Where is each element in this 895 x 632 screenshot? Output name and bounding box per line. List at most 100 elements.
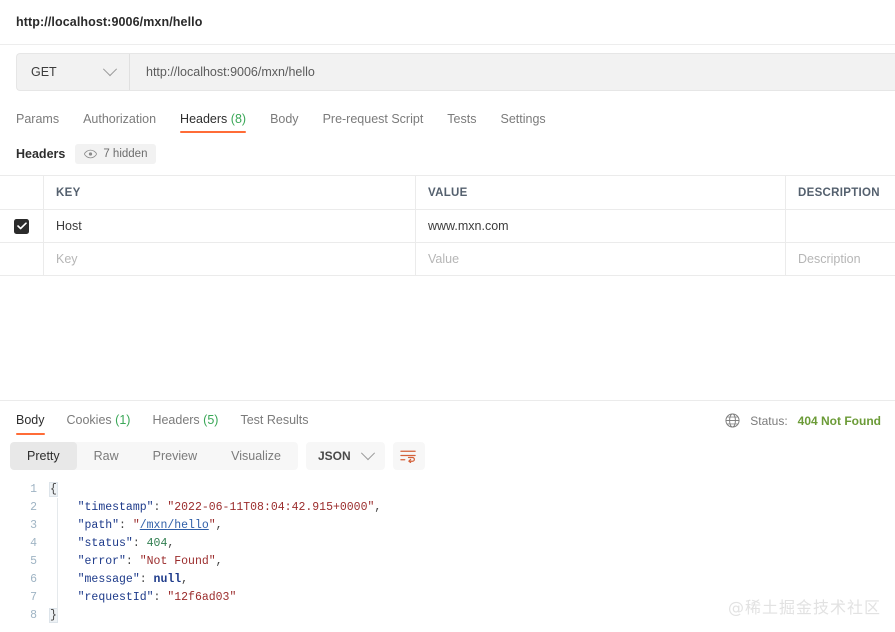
code-line-1: { (49, 481, 895, 499)
header-cell-value: VALUE (416, 176, 786, 209)
json-key-timestamp: "timestamp" (77, 501, 154, 514)
header-enabled-checkbox[interactable] (14, 218, 29, 234)
url-input[interactable]: http://localhost:9006/mxn/hello (130, 54, 895, 90)
url-bar-container: GET http://localhost:9006/mxn/hello (0, 45, 895, 101)
view-raw-label: Raw (93, 449, 119, 463)
header-cell-key: KEY (44, 176, 416, 209)
tab-params-label: Params (16, 112, 60, 126)
new-row-description-cell[interactable]: Description (786, 243, 895, 275)
line-number: 4 (30, 537, 37, 550)
json-key-requestid: "requestId" (77, 591, 154, 604)
response-tab-cookies-label: Cookies (66, 413, 112, 427)
response-language-label: JSON (317, 449, 351, 463)
tab-authorization[interactable]: Authorization (71, 112, 168, 133)
response-tabs: Body Cookies (1) Headers (5) Test Result… (16, 413, 320, 435)
headers-table-header-row: KEY VALUE DESCRIPTION (0, 176, 895, 210)
column-header-key: KEY (56, 186, 81, 199)
header-cell-description: DESCRIPTION (786, 176, 895, 209)
tab-headers[interactable]: Headers (8) (168, 112, 258, 133)
status-badge: 404 Not Found (797, 413, 881, 428)
column-header-value: VALUE (428, 186, 468, 199)
http-method-select[interactable]: GET (17, 54, 130, 90)
json-key-message: "message" (77, 573, 140, 586)
view-pretty-button[interactable]: Pretty (10, 442, 77, 470)
tab-settings[interactable]: Settings (488, 112, 557, 133)
line-number: 6 (30, 573, 37, 586)
json-value-path[interactable]: /mxn/hello (140, 519, 209, 532)
view-preview-button[interactable]: Preview (136, 442, 214, 470)
new-row-key-cell[interactable]: Key (44, 243, 416, 275)
code-line-4: "status": 404, (77, 537, 175, 550)
response-tab-headers-count: (5) (203, 413, 219, 427)
row-description-cell[interactable] (786, 210, 895, 242)
json-value-status: 404 (146, 537, 168, 550)
json-key-path: "path" (77, 519, 120, 532)
table-row: Host www.mxn.com (0, 210, 895, 243)
new-value-placeholder: Value (428, 252, 460, 266)
view-visualize-label: Visualize (231, 449, 281, 463)
response-tab-body-label: Body (16, 413, 45, 427)
header-cell-checkbox (0, 176, 44, 209)
request-title: http://localhost:9006/mxn/hello (16, 15, 203, 29)
response-tab-row: Body Cookies (1) Headers (5) Test Result… (0, 401, 895, 435)
chevron-down-icon (360, 446, 375, 461)
response-tab-headers-label: Headers (152, 413, 200, 427)
tab-body[interactable]: Body (258, 112, 311, 133)
hidden-headers-count: 7 hidden (103, 148, 148, 160)
json-key-error: "error" (77, 555, 126, 568)
code-area: { "timestamp": "2022-06-11T08:04:42.915+… (46, 481, 895, 632)
response-tab-cookies[interactable]: Cookies (1) (56, 413, 142, 435)
line-number: 3 (30, 519, 37, 532)
hidden-headers-toggle[interactable]: 7 hidden (75, 144, 157, 164)
response-tab-test-results-label: Test Results (240, 413, 309, 427)
chevron-down-icon (102, 62, 118, 77)
eye-icon (84, 149, 98, 159)
tab-params[interactable]: Params (16, 112, 71, 133)
tab-pre-request-script[interactable]: Pre-request Script (311, 112, 436, 133)
response-tab-body[interactable]: Body (16, 413, 56, 435)
tab-tests[interactable]: Tests (435, 112, 488, 133)
view-preview-label: Preview (152, 449, 198, 463)
response-tab-cookies-count: (1) (115, 413, 131, 427)
titlebar: http://localhost:9006/mxn/hello (0, 0, 895, 45)
row-value-cell[interactable]: www.mxn.com (416, 210, 786, 242)
headers-subheader: Headers 7 hidden (0, 133, 895, 175)
row-checkbox-cell (0, 210, 44, 242)
row-key-cell[interactable]: Host (44, 210, 416, 242)
open-brace: { (49, 482, 58, 497)
response-format-toolbar: Pretty Raw Preview Visualize JSON (0, 435, 895, 477)
line-number: 1 (30, 483, 37, 496)
tab-settings-label: Settings (500, 112, 546, 126)
code-line-7: "requestId": "12f6ad03" (77, 591, 237, 604)
close-brace: } (49, 608, 58, 623)
url-bar: GET http://localhost:9006/mxn/hello (16, 53, 895, 91)
code-line-6: "message": null, (77, 573, 189, 586)
response-language-select[interactable]: JSON (305, 442, 385, 470)
json-value-message: null (153, 573, 182, 586)
word-wrap-toggle[interactable] (392, 442, 425, 470)
view-visualize-button[interactable]: Visualize (214, 442, 298, 470)
code-line-8: } (49, 607, 895, 625)
tab-tests-label: Tests (447, 112, 477, 126)
word-wrap-icon (400, 450, 416, 463)
response-tab-headers[interactable]: Headers (5) (141, 413, 229, 435)
new-row-value-cell[interactable]: Value (416, 243, 786, 275)
headers-table: KEY VALUE DESCRIPTION Host www.mxn.com K… (0, 175, 895, 276)
json-value-timestamp: "2022-06-11T08:04:42.915+0000" (167, 501, 375, 514)
line-number: 2 (30, 501, 37, 514)
view-raw-button[interactable]: Raw (77, 442, 136, 470)
line-number: 8 (30, 609, 37, 622)
code-line-5: "error": "Not Found", (77, 555, 223, 568)
tab-authorization-label: Authorization (83, 112, 157, 126)
code-line-3: "path": "/mxn/hello", (77, 519, 223, 532)
http-method-label: GET (31, 65, 57, 79)
status-label: Status: (750, 413, 788, 428)
response-body-viewer[interactable]: 1 2 3 4 5 6 7 8 { "timestamp": "2022-06-… (0, 477, 895, 632)
header-value-value: www.mxn.com (428, 219, 509, 233)
response-status-block: Status: 404 Not Found (725, 413, 881, 435)
table-row-new: Key Value Description (0, 243, 895, 276)
indent-guide (57, 498, 58, 615)
globe-icon[interactable] (725, 413, 740, 428)
response-tab-test-results[interactable]: Test Results (229, 413, 319, 435)
view-pretty-label: Pretty (27, 449, 60, 463)
